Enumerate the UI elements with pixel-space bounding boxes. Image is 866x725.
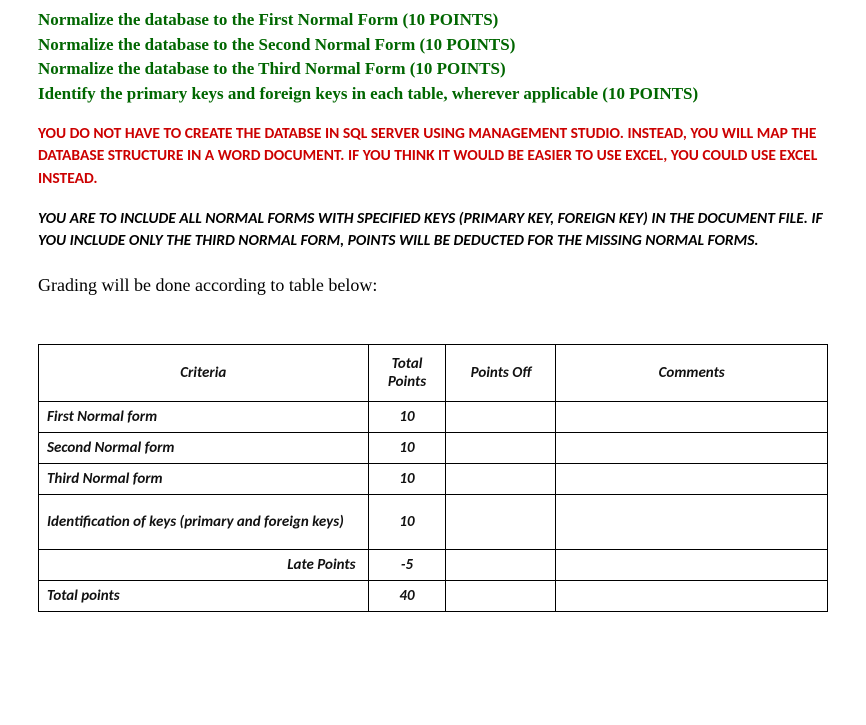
- cell-comments: [556, 549, 828, 580]
- cell-points-off: [446, 580, 556, 611]
- cell-points-off: [446, 401, 556, 432]
- cell-comments: [556, 494, 828, 549]
- cell-points-off: [446, 494, 556, 549]
- cell-comments: [556, 463, 828, 494]
- cell-total-points: 10: [368, 463, 446, 494]
- cell-criteria: First Normal form: [39, 401, 369, 432]
- red-warning-note: YOU DO NOT HAVE TO CREATE THE DATABSE IN…: [38, 123, 828, 190]
- table-header-row: Criteria Total Points Points Off Comment…: [39, 344, 828, 401]
- cell-total-points: 10: [368, 432, 446, 463]
- cell-points-off: [446, 463, 556, 494]
- bullet-1: Normalize the database to the First Norm…: [38, 8, 828, 33]
- grading-intro-line: Grading will be done according to table …: [38, 275, 828, 296]
- header-points-off: Points Off: [446, 344, 556, 401]
- cell-comments: [556, 580, 828, 611]
- black-emphasis-note: YOU ARE TO INCLUDE ALL NORMAL FORMS WITH…: [38, 208, 828, 253]
- table-row: Second Normal form 10: [39, 432, 828, 463]
- header-criteria: Criteria: [39, 344, 369, 401]
- header-comments: Comments: [556, 344, 828, 401]
- bullet-2: Normalize the database to the Second Nor…: [38, 33, 828, 58]
- table-row: Third Normal form 10: [39, 463, 828, 494]
- cell-total-points: 10: [368, 494, 446, 549]
- cell-comments: [556, 401, 828, 432]
- cell-total-points: -5: [368, 549, 446, 580]
- cell-criteria: Identification of keys (primary and fore…: [39, 494, 369, 549]
- table-row: Total points 40: [39, 580, 828, 611]
- cell-total-points: 40: [368, 580, 446, 611]
- cell-points-off: [446, 549, 556, 580]
- cell-criteria-total: Total points: [39, 580, 369, 611]
- bullet-4: Identify the primary keys and foreign ke…: [38, 82, 828, 107]
- green-bullet-list: Normalize the database to the First Norm…: [38, 8, 828, 107]
- cell-criteria-late: Late Points: [39, 549, 369, 580]
- table-row: Identification of keys (primary and fore…: [39, 494, 828, 549]
- cell-criteria: Second Normal form: [39, 432, 369, 463]
- cell-comments: [556, 432, 828, 463]
- cell-criteria: Third Normal form: [39, 463, 369, 494]
- bullet-3: Normalize the database to the Third Norm…: [38, 57, 828, 82]
- grading-table: Criteria Total Points Points Off Comment…: [38, 344, 828, 612]
- document-page: Normalize the database to the First Norm…: [0, 0, 866, 725]
- cell-points-off: [446, 432, 556, 463]
- cell-total-points: 10: [368, 401, 446, 432]
- header-total-points: Total Points: [368, 344, 446, 401]
- table-row: First Normal form 10: [39, 401, 828, 432]
- table-row: Late Points -5: [39, 549, 828, 580]
